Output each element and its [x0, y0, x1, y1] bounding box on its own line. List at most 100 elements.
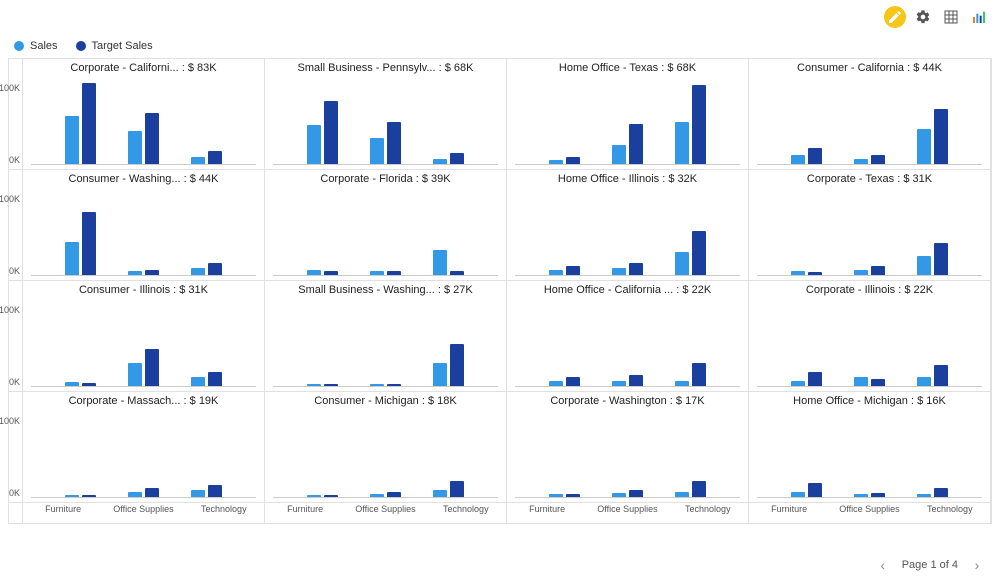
panel-title: Corporate - Florida : $ 39K	[269, 172, 502, 187]
chart-panel: Corporate - Washington : $ 17K	[507, 392, 749, 503]
bar-target	[387, 122, 401, 164]
chart-panel: Corporate - Californi... : $ 83K	[23, 59, 265, 170]
plot-area	[515, 298, 740, 387]
chart-panel: Consumer - Washing... : $ 44K	[23, 170, 265, 281]
panel-value: $ 17K	[676, 395, 705, 407]
bar-group	[775, 298, 838, 386]
bar-sales	[307, 495, 321, 497]
x-tick: Technology	[432, 505, 499, 523]
chart-panel: Small Business - Pennsylv... : $ 68K	[265, 59, 507, 170]
edit-button[interactable]	[884, 6, 906, 28]
bar-group	[49, 409, 112, 497]
chart-panel: Home Office - Michigan : $ 16K	[749, 392, 991, 503]
x-tick: Technology	[916, 505, 983, 523]
panel-value: $ 68K	[445, 62, 474, 74]
panel-name: Small Business - Washing...	[298, 284, 435, 296]
panel-value: $ 68K	[667, 62, 696, 74]
x-tick: Furniture	[29, 505, 96, 523]
bar-sales	[917, 256, 931, 275]
table-view-button[interactable]	[940, 6, 962, 28]
legend-label: Target Sales	[92, 40, 153, 52]
page-indicator: Page 1 of 4	[902, 559, 958, 571]
bar-target	[808, 483, 822, 497]
bar-target	[692, 481, 706, 497]
bar-group	[533, 298, 596, 386]
bar-sales	[917, 129, 931, 164]
panel-name: Small Business - Pennsylv...	[298, 62, 436, 74]
bar-group	[354, 187, 417, 275]
plot-area	[273, 409, 498, 498]
x-axis: Furniture Office Supplies Technology	[265, 503, 507, 523]
bar-sales	[917, 377, 931, 386]
settings-button[interactable]	[912, 6, 934, 28]
bar-sales	[191, 490, 205, 497]
plot-area	[515, 76, 740, 165]
bar-sales	[370, 494, 384, 497]
x-axis: Furniture Office Supplies Technology	[749, 503, 991, 523]
bar-group	[596, 298, 659, 386]
y-axis-spacer	[9, 503, 23, 523]
y-tick: 100K	[0, 416, 20, 426]
panel-title: Corporate - Texas : $ 31K	[753, 172, 986, 187]
bar-group	[112, 187, 175, 275]
x-axis: Furniture Office Supplies Technology	[507, 503, 749, 523]
x-tick: Technology	[190, 505, 257, 523]
x-tick: Office Supplies	[352, 505, 419, 523]
bar-sales	[549, 270, 563, 275]
chart-panel: Corporate - Massach... : $ 19K	[23, 392, 265, 503]
plot-area	[31, 298, 256, 387]
bar-target	[808, 272, 822, 275]
chart-panel: Consumer - California : $ 44K	[749, 59, 991, 170]
pencil-icon	[887, 9, 903, 25]
plot-area	[515, 409, 740, 498]
bar-target	[82, 212, 96, 275]
chart-panel: Corporate - Texas : $ 31K	[749, 170, 991, 281]
panel-title: Corporate - Illinois : $ 22K	[753, 283, 986, 298]
bar-sales	[549, 381, 563, 386]
y-axis: 100K 0K	[9, 392, 23, 503]
bar-target	[387, 271, 401, 275]
bar-group	[175, 298, 238, 386]
y-tick: 0K	[9, 266, 20, 276]
bar-sales	[307, 270, 321, 275]
panel-title: Home Office - Illinois : $ 32K	[511, 172, 744, 187]
chart-panel: Corporate - Florida : $ 39K	[265, 170, 507, 281]
bar-sales	[128, 363, 142, 386]
panel-value: $ 22K	[682, 284, 711, 296]
legend: Sales Target Sales	[14, 40, 153, 52]
bar-group	[596, 409, 659, 497]
prev-page-button[interactable]: ‹	[874, 556, 892, 574]
bar-sales	[791, 155, 805, 164]
bar-group	[838, 187, 901, 275]
bar-target	[208, 263, 222, 275]
next-page-button[interactable]: ›	[968, 556, 986, 574]
bar-target	[629, 490, 643, 497]
panel-name: Corporate - Californi...	[70, 62, 178, 74]
panel-name: Corporate - Washington	[550, 395, 666, 407]
bar-group	[596, 76, 659, 164]
panel-name: Consumer - Michigan	[314, 395, 419, 407]
bar-group	[417, 76, 480, 164]
bar-sales	[65, 116, 79, 164]
bar-sales	[128, 131, 142, 164]
bar-target	[82, 495, 96, 497]
legend-swatch	[76, 41, 86, 51]
bar-target	[450, 344, 464, 386]
plot-area	[273, 298, 498, 387]
panel-title: Home Office - Texas : $ 68K	[511, 61, 744, 76]
bar-group	[775, 76, 838, 164]
panel-name: Corporate - Massach...	[69, 395, 181, 407]
bar-target	[871, 155, 885, 164]
bar-group	[291, 76, 354, 164]
legend-item-target: Target Sales	[76, 40, 153, 52]
plot-area	[273, 187, 498, 276]
bar-target	[629, 375, 643, 386]
bar-target	[934, 243, 948, 275]
bar-sales	[549, 494, 563, 497]
bar-sales	[65, 242, 79, 275]
chart-view-button[interactable]	[968, 6, 990, 28]
bar-sales	[917, 494, 931, 497]
panel-value: $ 19K	[190, 395, 219, 407]
bar-group	[175, 76, 238, 164]
bar-group	[291, 409, 354, 497]
